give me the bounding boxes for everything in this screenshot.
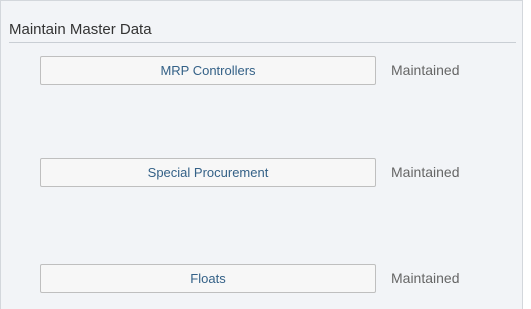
section-title: Maintain Master Data	[9, 21, 152, 38]
floats-status: Maintained	[391, 270, 460, 286]
floats-row: Floats Maintained	[40, 264, 480, 294]
floats-button[interactable]: Floats	[40, 264, 376, 293]
title-divider	[9, 42, 516, 43]
master-data-panel: Maintain Master Data MRP Controllers Mai…	[0, 0, 523, 309]
special-procurement-row: Special Procurement Maintained	[40, 158, 480, 188]
mrp-controllers-row: MRP Controllers Maintained	[40, 56, 480, 86]
special-procurement-status: Maintained	[391, 164, 460, 180]
mrp-controllers-status: Maintained	[391, 62, 460, 78]
special-procurement-button[interactable]: Special Procurement	[40, 158, 376, 187]
mrp-controllers-button[interactable]: MRP Controllers	[40, 56, 376, 85]
